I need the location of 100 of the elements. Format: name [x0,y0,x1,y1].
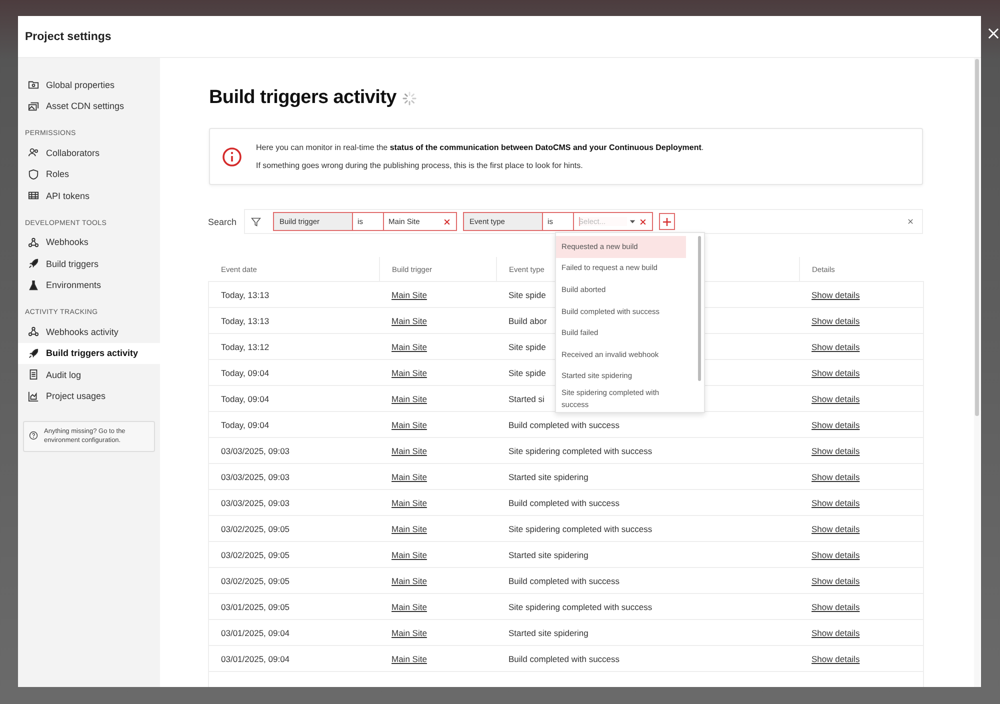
folder-icon [28,79,39,90]
table-cell: Build completed with success [508,576,620,586]
details-link[interactable]: Show details [812,472,860,482]
doc-icon [28,369,39,380]
page-title: Build triggers activity [209,87,396,109]
remove-icon[interactable] [442,218,451,226]
table-cell: 03/02/2025, 09:05 [221,576,290,586]
details-link[interactable]: Show details [812,290,860,300]
help-icon [29,431,38,440]
details-link[interactable]: Show details [812,550,860,560]
table-cell: Build abor [508,316,547,326]
details-link[interactable]: Show details [812,602,860,612]
grid-icon [28,190,39,202]
add-filter-button[interactable] [658,213,675,230]
remove-icon[interactable] [638,218,647,226]
rocket-icon [28,258,39,270]
rocket-icon [28,348,39,359]
table-cell: 03/01/2025, 09:05 [221,602,290,612]
details-link[interactable]: Show details [812,498,860,508]
scrollbar[interactable] [698,236,701,381]
trigger-link[interactable]: Main Site [392,524,427,534]
table-cell: Site spide [508,342,546,352]
table-cell: Today, 13:12 [221,342,270,352]
table-cell: Site spidering completed with success [508,602,652,612]
nodes-icon [28,236,39,248]
sidebar-item[interactable]: Roles [18,164,160,185]
trigger-link[interactable]: Main Site [392,628,427,638]
table-cell: Started si [508,394,544,404]
scrollbar[interactable] [975,59,979,416]
table-cell: Today, 09:04 [221,394,270,404]
nodes-icon [28,326,39,338]
sidebar-item[interactable]: Asset CDN settings [18,96,160,117]
table-cell: Started site spidering [508,550,588,560]
table-cell: Today, 09:04 [221,420,270,430]
trigger-link[interactable]: Main Site [392,446,427,456]
trigger-link[interactable]: Main Site [392,394,427,404]
trigger-link[interactable]: Main Site [392,654,427,664]
sidebar-item[interactable]: Audit log [18,364,160,386]
trigger-link[interactable]: Main Site [392,316,427,326]
sidebar-item[interactable]: Build triggers activity [18,342,160,364]
table-cell: Today, 09:04 [221,368,270,378]
shield-icon [28,168,39,180]
table-cell: 03/01/2025, 09:04 [221,628,290,638]
info-text: Here you can monitor in real-time the status of the communication between DatoCMS and your Continuous Deployment. [256,142,704,154]
table-cell: Today, 13:13 [221,316,270,326]
table-cell: 03/02/2025, 09:05 [221,524,290,534]
trigger-link[interactable]: Main Site [392,602,427,612]
table-cell: 03/03/2025, 09:03 [221,446,290,456]
search-label: Search [208,216,237,226]
table-cell: 03/02/2025, 09:05 [221,550,290,560]
sidebar-item[interactable]: Webhooks [18,232,160,253]
details-link[interactable]: Show details [812,446,860,456]
sidebar-item[interactable]: Webhooks activity [18,321,160,342]
trigger-link[interactable]: Main Site [392,576,427,586]
details-link[interactable]: Show details [812,420,860,430]
table-cell: Build completed with success [508,654,620,664]
trigger-link[interactable]: Main Site [392,472,427,482]
sidebar-item[interactable]: Project usages [18,386,160,407]
details-link[interactable]: Show details [812,342,860,352]
trigger-link[interactable]: Main Site [392,290,427,300]
details-link[interactable]: Show details [812,394,860,404]
people-icon [28,147,39,158]
details-link[interactable]: Show details [812,576,860,586]
table-cell: 03/03/2025, 09:03 [221,498,290,508]
filter-icon [250,216,261,226]
trigger-link[interactable]: Main Site [392,550,427,560]
info-icon [222,146,242,166]
sidebar-item[interactable]: API tokens [18,185,160,206]
details-link[interactable]: Show details [812,654,860,664]
clear-icon[interactable] [907,218,914,225]
sidebar-item[interactable]: Environments [18,274,160,296]
table-cell: Started site spidering [508,472,588,482]
caret-icon [628,218,636,225]
chart-icon [28,390,39,402]
table-cell: Build completed with success [508,498,620,508]
table-cell: Site spidering completed with success [508,524,652,534]
close-icon[interactable] [988,28,999,39]
table-cell: Site spide [508,290,546,300]
details-link[interactable]: Show details [812,316,860,326]
table-cell: 03/03/2025, 09:03 [221,472,290,482]
sidebar-item[interactable]: Collaborators [18,142,160,164]
trigger-link[interactable]: Main Site [392,368,427,378]
table-cell: 03/01/2025, 09:04 [221,654,290,664]
table-cell: Build completed with success [508,420,620,430]
details-link[interactable]: Show details [812,368,860,378]
info-text: If something goes wrong during the publishing process, this is the first place to look for hints. [256,160,584,172]
details-link[interactable]: Show details [812,524,860,534]
images-icon [28,100,39,112]
window-title: Project settings [25,30,112,42]
table-cell: Started site spidering [508,628,588,638]
trigger-link[interactable]: Main Site [392,342,427,352]
details-link[interactable]: Show details [812,628,860,638]
table-cell: Site spide [508,368,546,378]
table-cell: Today, 13:13 [221,290,270,300]
plus-icon [662,216,672,226]
trigger-link[interactable]: Main Site [392,498,427,508]
trigger-link[interactable]: Main Site [392,420,427,430]
table-cell: Site spidering completed with success [508,446,652,456]
sidebar-item[interactable]: Build triggers [18,253,160,274]
sidebar-item[interactable]: Global properties [18,74,160,96]
